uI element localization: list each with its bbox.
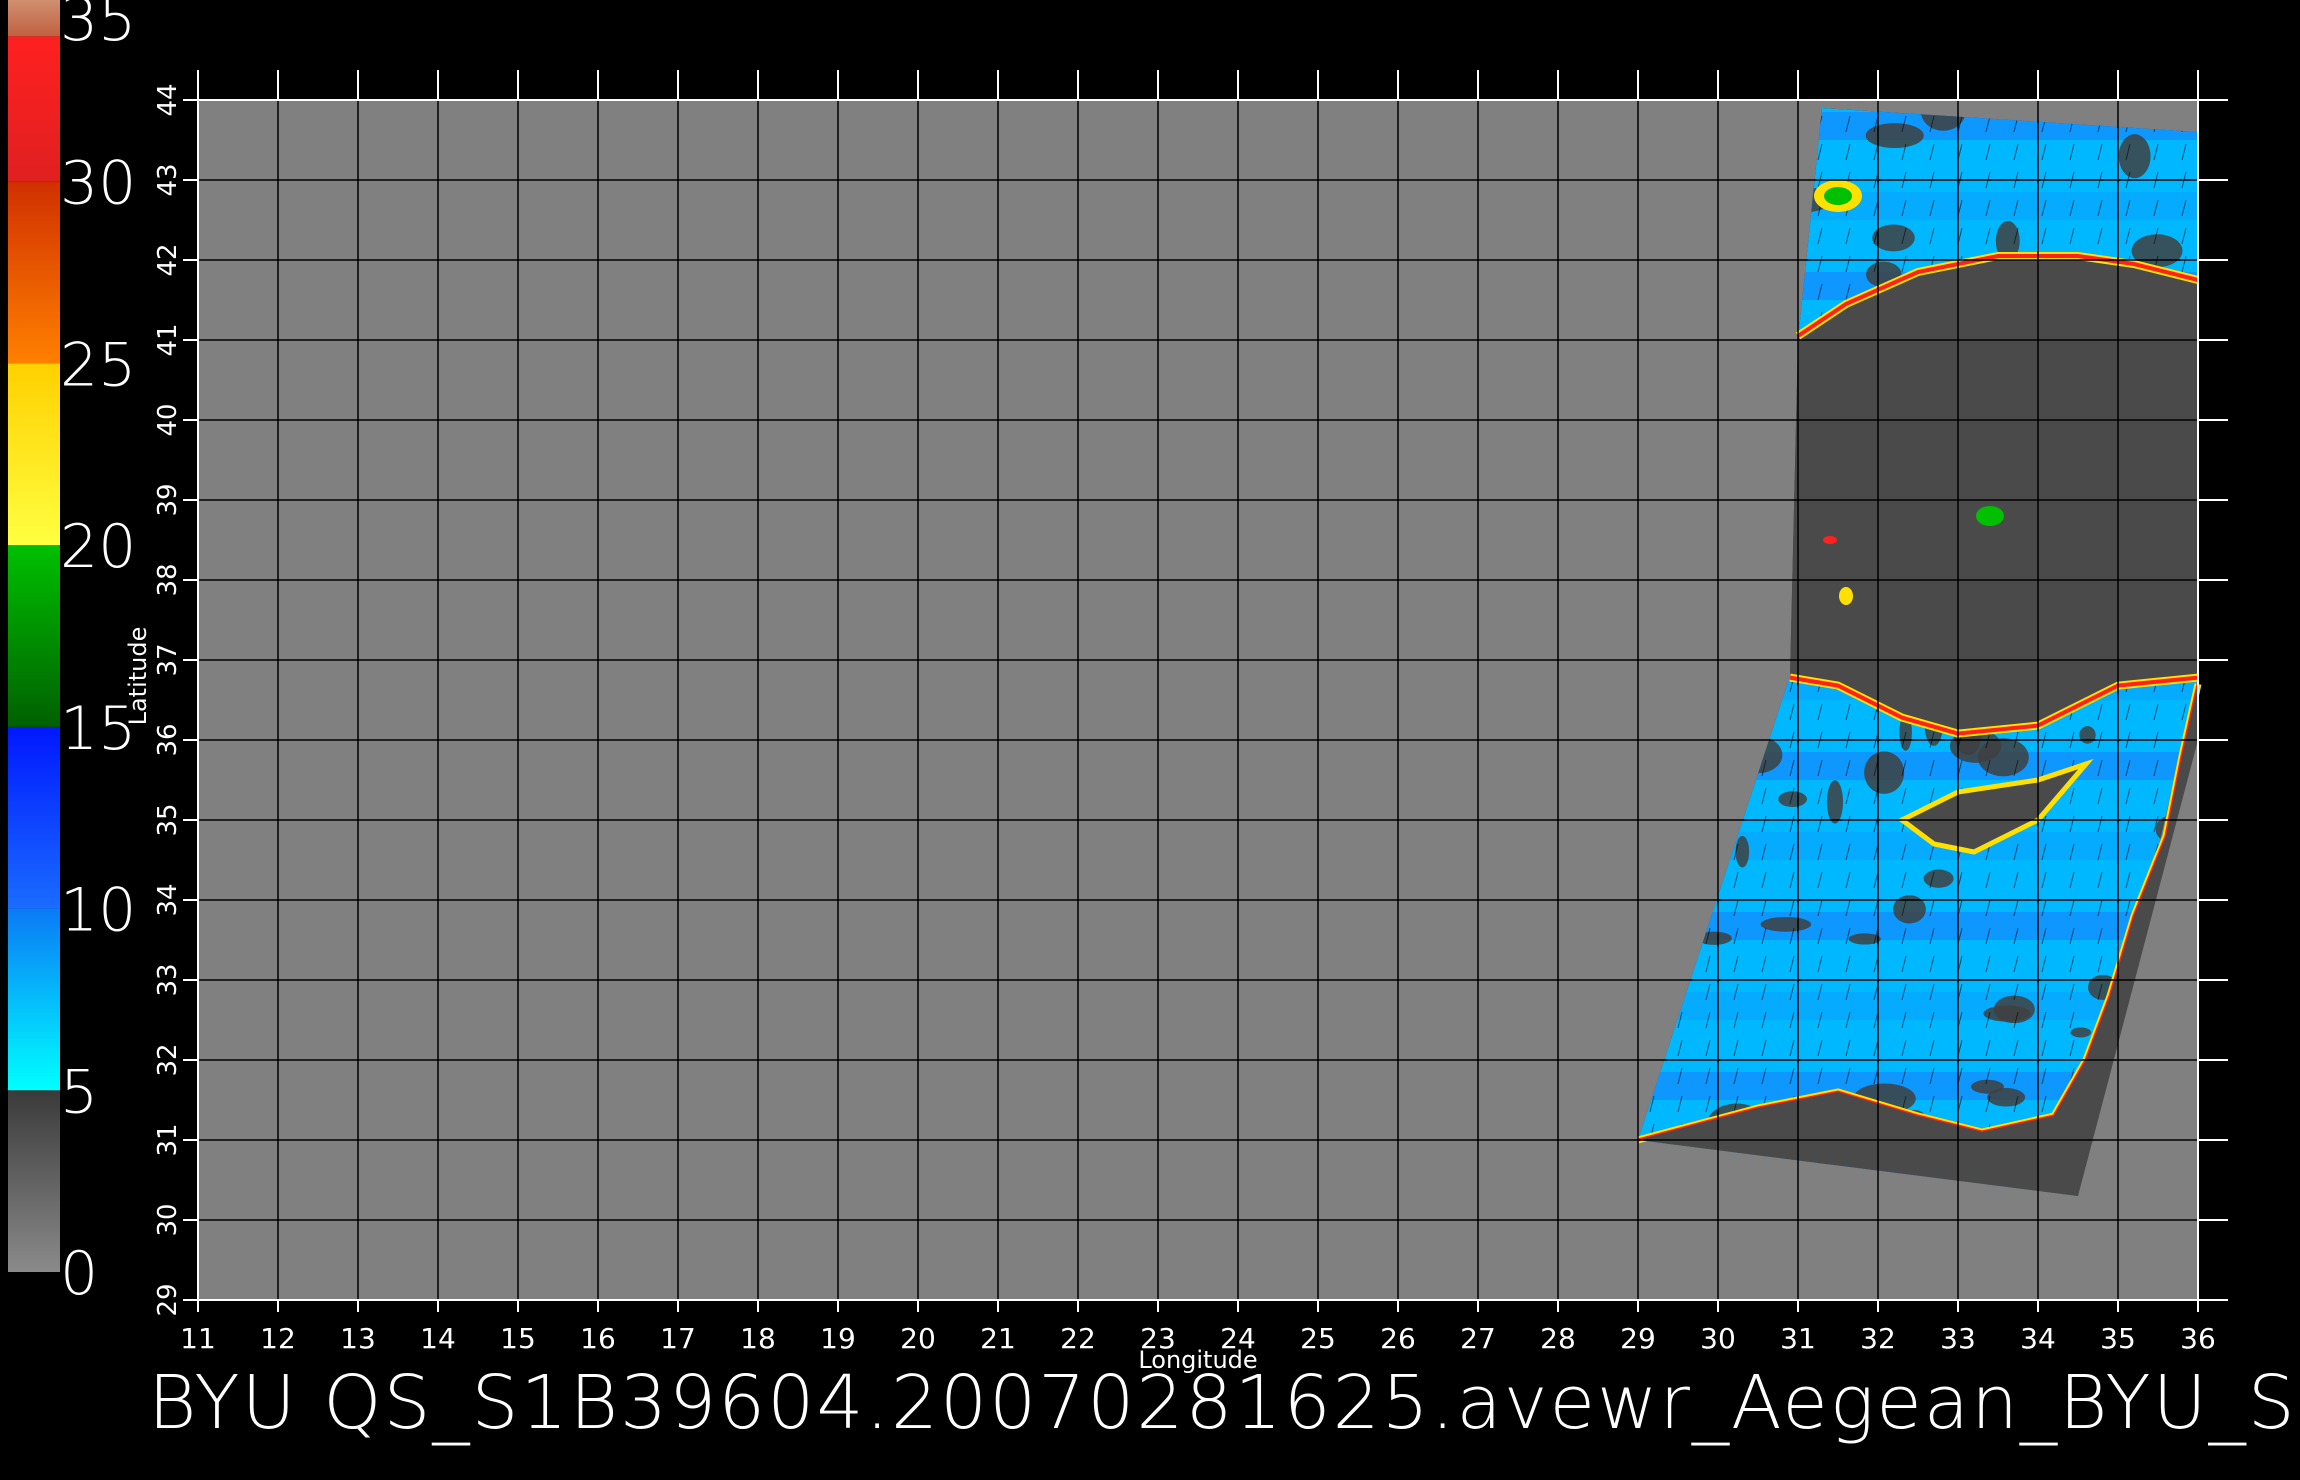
anatolia-land [1790, 260, 2198, 732]
colorbar-label: 30 [60, 149, 136, 219]
lon-tick-label: 15 [500, 1322, 536, 1355]
lat-tick-label: 36 [153, 723, 183, 756]
lon-tick-label: 19 [820, 1322, 856, 1355]
colorbar-label: 5 [60, 1057, 98, 1127]
lon-tick-label: 30 [1700, 1322, 1736, 1355]
colorbar-label: 20 [60, 512, 136, 582]
lon-tick-label: 36 [2180, 1322, 2216, 1355]
colorbar-segment [8, 0, 60, 37]
lon-tick-label: 18 [740, 1322, 776, 1355]
lat-tick-label: 34 [153, 883, 183, 916]
colorbar-label: 10 [60, 876, 136, 946]
lat-tick-label: 43 [153, 163, 183, 196]
lon-tick-label: 17 [660, 1322, 696, 1355]
lon-tick-label: 33 [1940, 1322, 1976, 1355]
lat-tick-label: 35 [153, 803, 183, 836]
lat-tick-label: 29 [153, 1283, 183, 1316]
colorbar: 05101520253035 [8, 0, 136, 1309]
lat-tick-label: 44 [153, 83, 183, 116]
lon-tick-label: 32 [1860, 1322, 1896, 1355]
lat-tick-label: 31 [153, 1123, 183, 1156]
lat-tick-label: 39 [153, 483, 183, 516]
colorbar-segment [8, 181, 60, 364]
lon-tick-label: 20 [900, 1322, 936, 1355]
lon-tick-label: 11 [180, 1322, 216, 1355]
lon-tick-label: 25 [1300, 1322, 1336, 1355]
lon-tick-label: 13 [340, 1322, 376, 1355]
lon-tick-label: 31 [1780, 1322, 1816, 1355]
lon-tick-label: 14 [420, 1322, 456, 1355]
colorbar-segment [8, 726, 60, 909]
lat-tick-label: 38 [153, 563, 183, 596]
lon-tick-label: 12 [260, 1322, 296, 1355]
lat-tick-label: 42 [153, 243, 183, 276]
lon-tick-label: 29 [1620, 1322, 1656, 1355]
colorbar-segment [8, 36, 60, 182]
lon-tick-label: 27 [1460, 1322, 1496, 1355]
image-title: BYU QS_S1B39604.20070281625.avewr_Aegean… [148, 1360, 2300, 1446]
colorbar-segment [8, 908, 60, 1091]
lat-tick-label: 30 [153, 1203, 183, 1236]
colorbar-label: 25 [60, 330, 136, 400]
lat-tick-label: 33 [153, 963, 183, 996]
lon-tick-label: 16 [580, 1322, 616, 1355]
colorbar-label: 35 [60, 0, 136, 55]
colorbar-segment [8, 363, 60, 546]
lon-tick-label: 22 [1060, 1322, 1096, 1355]
y-axis-label: Latitude [124, 627, 152, 726]
colorbar-segment [8, 545, 60, 727]
map-figure: 05101520253035 11 12 13 14 15 16 17 18 19 20 21 22 2… [8, 0, 2228, 1374]
lon-tick-label: 34 [2020, 1322, 2056, 1355]
lon-tick-label: 21 [980, 1322, 1016, 1355]
lat-tick-label: 40 [153, 403, 183, 436]
lat-tick-label: 32 [153, 1043, 183, 1076]
colorbar-label: 0 [60, 1239, 98, 1309]
lat-tick-label: 37 [153, 643, 183, 676]
lon-tick-label: 26 [1380, 1322, 1416, 1355]
lon-tick-label: 35 [2100, 1322, 2136, 1355]
lat-tick-label: 41 [153, 323, 183, 356]
colorbar-segment [8, 1090, 60, 1272]
lon-tick-label: 28 [1540, 1322, 1576, 1355]
